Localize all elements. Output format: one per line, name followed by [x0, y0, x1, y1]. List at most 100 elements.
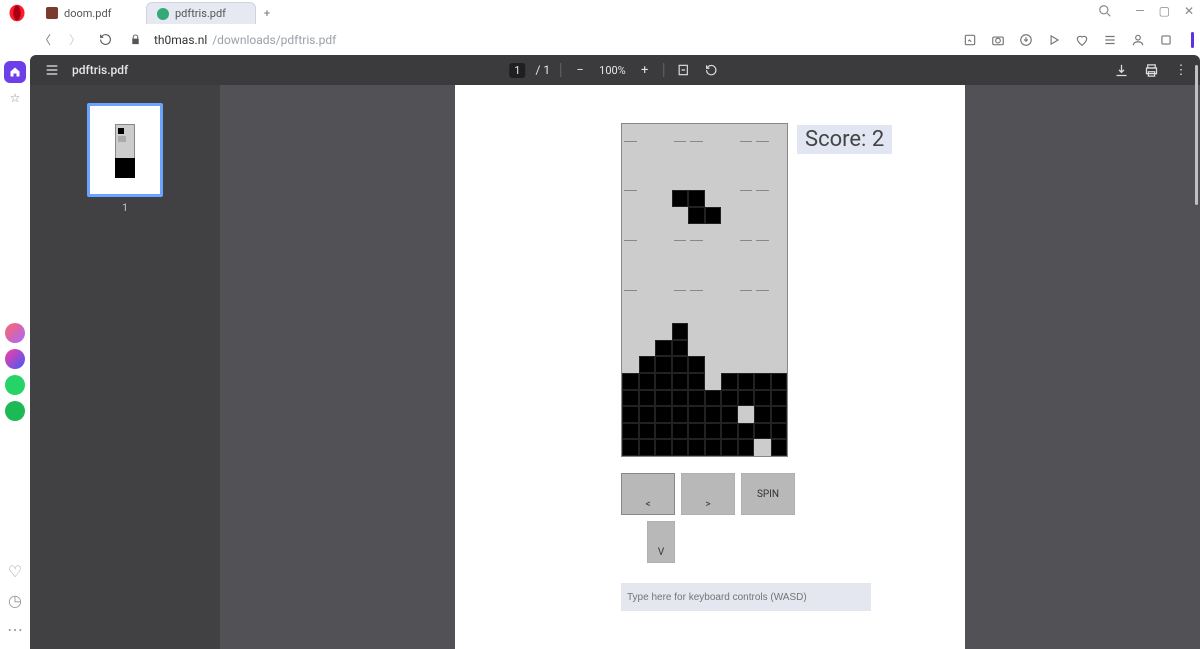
sidebar-bookmarks-icon[interactable]: ☆ [4, 87, 26, 109]
fit-page-button[interactable] [675, 61, 693, 79]
board-cell [771, 124, 788, 141]
move-right-button[interactable]: > [681, 473, 735, 515]
sidebar-home-icon[interactable] [4, 61, 26, 83]
board-cell [672, 190, 689, 207]
download-icon[interactable] [1017, 31, 1035, 49]
viewer-menu-button[interactable] [40, 62, 64, 78]
sidebar-more-icon[interactable]: ⋯ [7, 620, 23, 639]
board-cell [639, 406, 656, 423]
board-cell [672, 356, 689, 373]
minimize-icon[interactable]: — [1135, 4, 1144, 18]
board-cell [771, 390, 788, 407]
profile-icon[interactable] [1129, 31, 1147, 49]
nav-reload-button[interactable] [94, 29, 116, 51]
address-bar-row: 〈 〉 th0mas.nl/downloads/pdftris.pdf [0, 24, 1200, 55]
game-board[interactable] [621, 123, 788, 457]
board-cell [771, 340, 788, 357]
extensions-icon[interactable] [1157, 31, 1175, 49]
move-down-button[interactable]: V [647, 521, 675, 563]
scrollbar-thumb[interactable] [1195, 85, 1198, 205]
board-cell [738, 323, 755, 340]
keyboard-input[interactable] [621, 583, 871, 611]
board-cell [622, 423, 639, 440]
board-cell [622, 141, 639, 158]
board-cell [688, 174, 705, 191]
url-path: /downloads/pdftris.pdf [212, 33, 336, 47]
board-cell [655, 423, 672, 440]
board-cell [672, 141, 689, 158]
tab-doom[interactable]: doom.pdf [36, 2, 146, 24]
page-current-input[interactable]: 1 [509, 63, 525, 78]
board-cell [754, 373, 771, 390]
board-cell [622, 157, 639, 174]
board-cell [655, 390, 672, 407]
board-cell [655, 240, 672, 257]
url-display[interactable]: th0mas.nl/downloads/pdftris.pdf [154, 33, 336, 47]
board-cell [721, 373, 738, 390]
board-cell [622, 307, 639, 324]
board-cell [655, 307, 672, 324]
board-cell [688, 257, 705, 274]
board-cell [688, 439, 705, 456]
tab-pdftris[interactable]: pdftris.pdf [146, 2, 256, 24]
easy-setup-icon[interactable] [1101, 31, 1119, 49]
new-tab-button[interactable]: + [256, 2, 278, 24]
board-cell [622, 207, 639, 224]
board-cell [655, 273, 672, 290]
play-icon[interactable] [1045, 31, 1063, 49]
browser-sidebar: ☆ ♡ ◷ ⋯ [0, 55, 30, 649]
whatsapp-app-icon[interactable] [5, 375, 25, 395]
more-button[interactable]: ⋮ [1172, 61, 1190, 79]
board-cell [738, 340, 755, 357]
page-thumbnail[interactable] [87, 103, 163, 197]
board-cell [754, 157, 771, 174]
nav-forward-button[interactable]: 〉 [64, 29, 86, 51]
viewer-body: 1 Score: 2 < > SPIN V [30, 85, 1200, 649]
viewer-toolbar: pdftris.pdf 1 / 1 − 100% + ⋮ [30, 55, 1200, 85]
messenger-app-icon[interactable] [5, 349, 25, 369]
board-cell [771, 224, 788, 241]
board-cell [655, 323, 672, 340]
board-cell [721, 190, 738, 207]
spotify-app-icon[interactable] [5, 401, 25, 421]
board-cell [754, 124, 771, 141]
board-cell [738, 257, 755, 274]
game-board-wrap [621, 123, 788, 457]
board-cell [688, 356, 705, 373]
board-cell [705, 439, 722, 456]
screenshot-icon[interactable] [961, 31, 979, 49]
zoom-in-button[interactable]: + [636, 61, 654, 79]
rotate-button[interactable] [703, 61, 721, 79]
move-left-button[interactable]: < [621, 473, 675, 515]
board-cell [738, 356, 755, 373]
aria-app-icon[interactable] [5, 323, 25, 343]
zoom-out-button[interactable]: − [571, 61, 589, 79]
close-icon[interactable]: ✕ [1184, 4, 1194, 18]
board-cell [622, 390, 639, 407]
board-cell [738, 373, 755, 390]
document-title: pdftris.pdf [72, 63, 128, 77]
board-cell [754, 273, 771, 290]
heart-icon[interactable] [1073, 31, 1091, 49]
download-button[interactable] [1112, 61, 1130, 79]
board-cell [754, 323, 771, 340]
sidebar-heart-icon[interactable]: ♡ [8, 562, 22, 581]
board-cell [754, 340, 771, 357]
board-cell [672, 439, 689, 456]
board-cell [754, 224, 771, 241]
window-controls: — ▢ ✕ [1135, 4, 1194, 18]
board-cell [705, 340, 722, 357]
nav-back-button[interactable]: 〈 [34, 29, 56, 51]
board-cell [639, 390, 656, 407]
maximize-icon[interactable]: ▢ [1159, 4, 1170, 18]
search-icon[interactable] [1098, 4, 1112, 18]
board-cell [705, 141, 722, 158]
print-button[interactable] [1142, 61, 1160, 79]
spin-button[interactable]: SPIN [741, 473, 795, 515]
lock-icon[interactable] [124, 29, 146, 51]
board-cell [672, 273, 689, 290]
board-cell [622, 340, 639, 357]
camera-icon[interactable] [989, 31, 1007, 49]
sidebar-history-icon[interactable]: ◷ [8, 591, 22, 610]
page-area[interactable]: Score: 2 < > SPIN V [220, 85, 1200, 649]
